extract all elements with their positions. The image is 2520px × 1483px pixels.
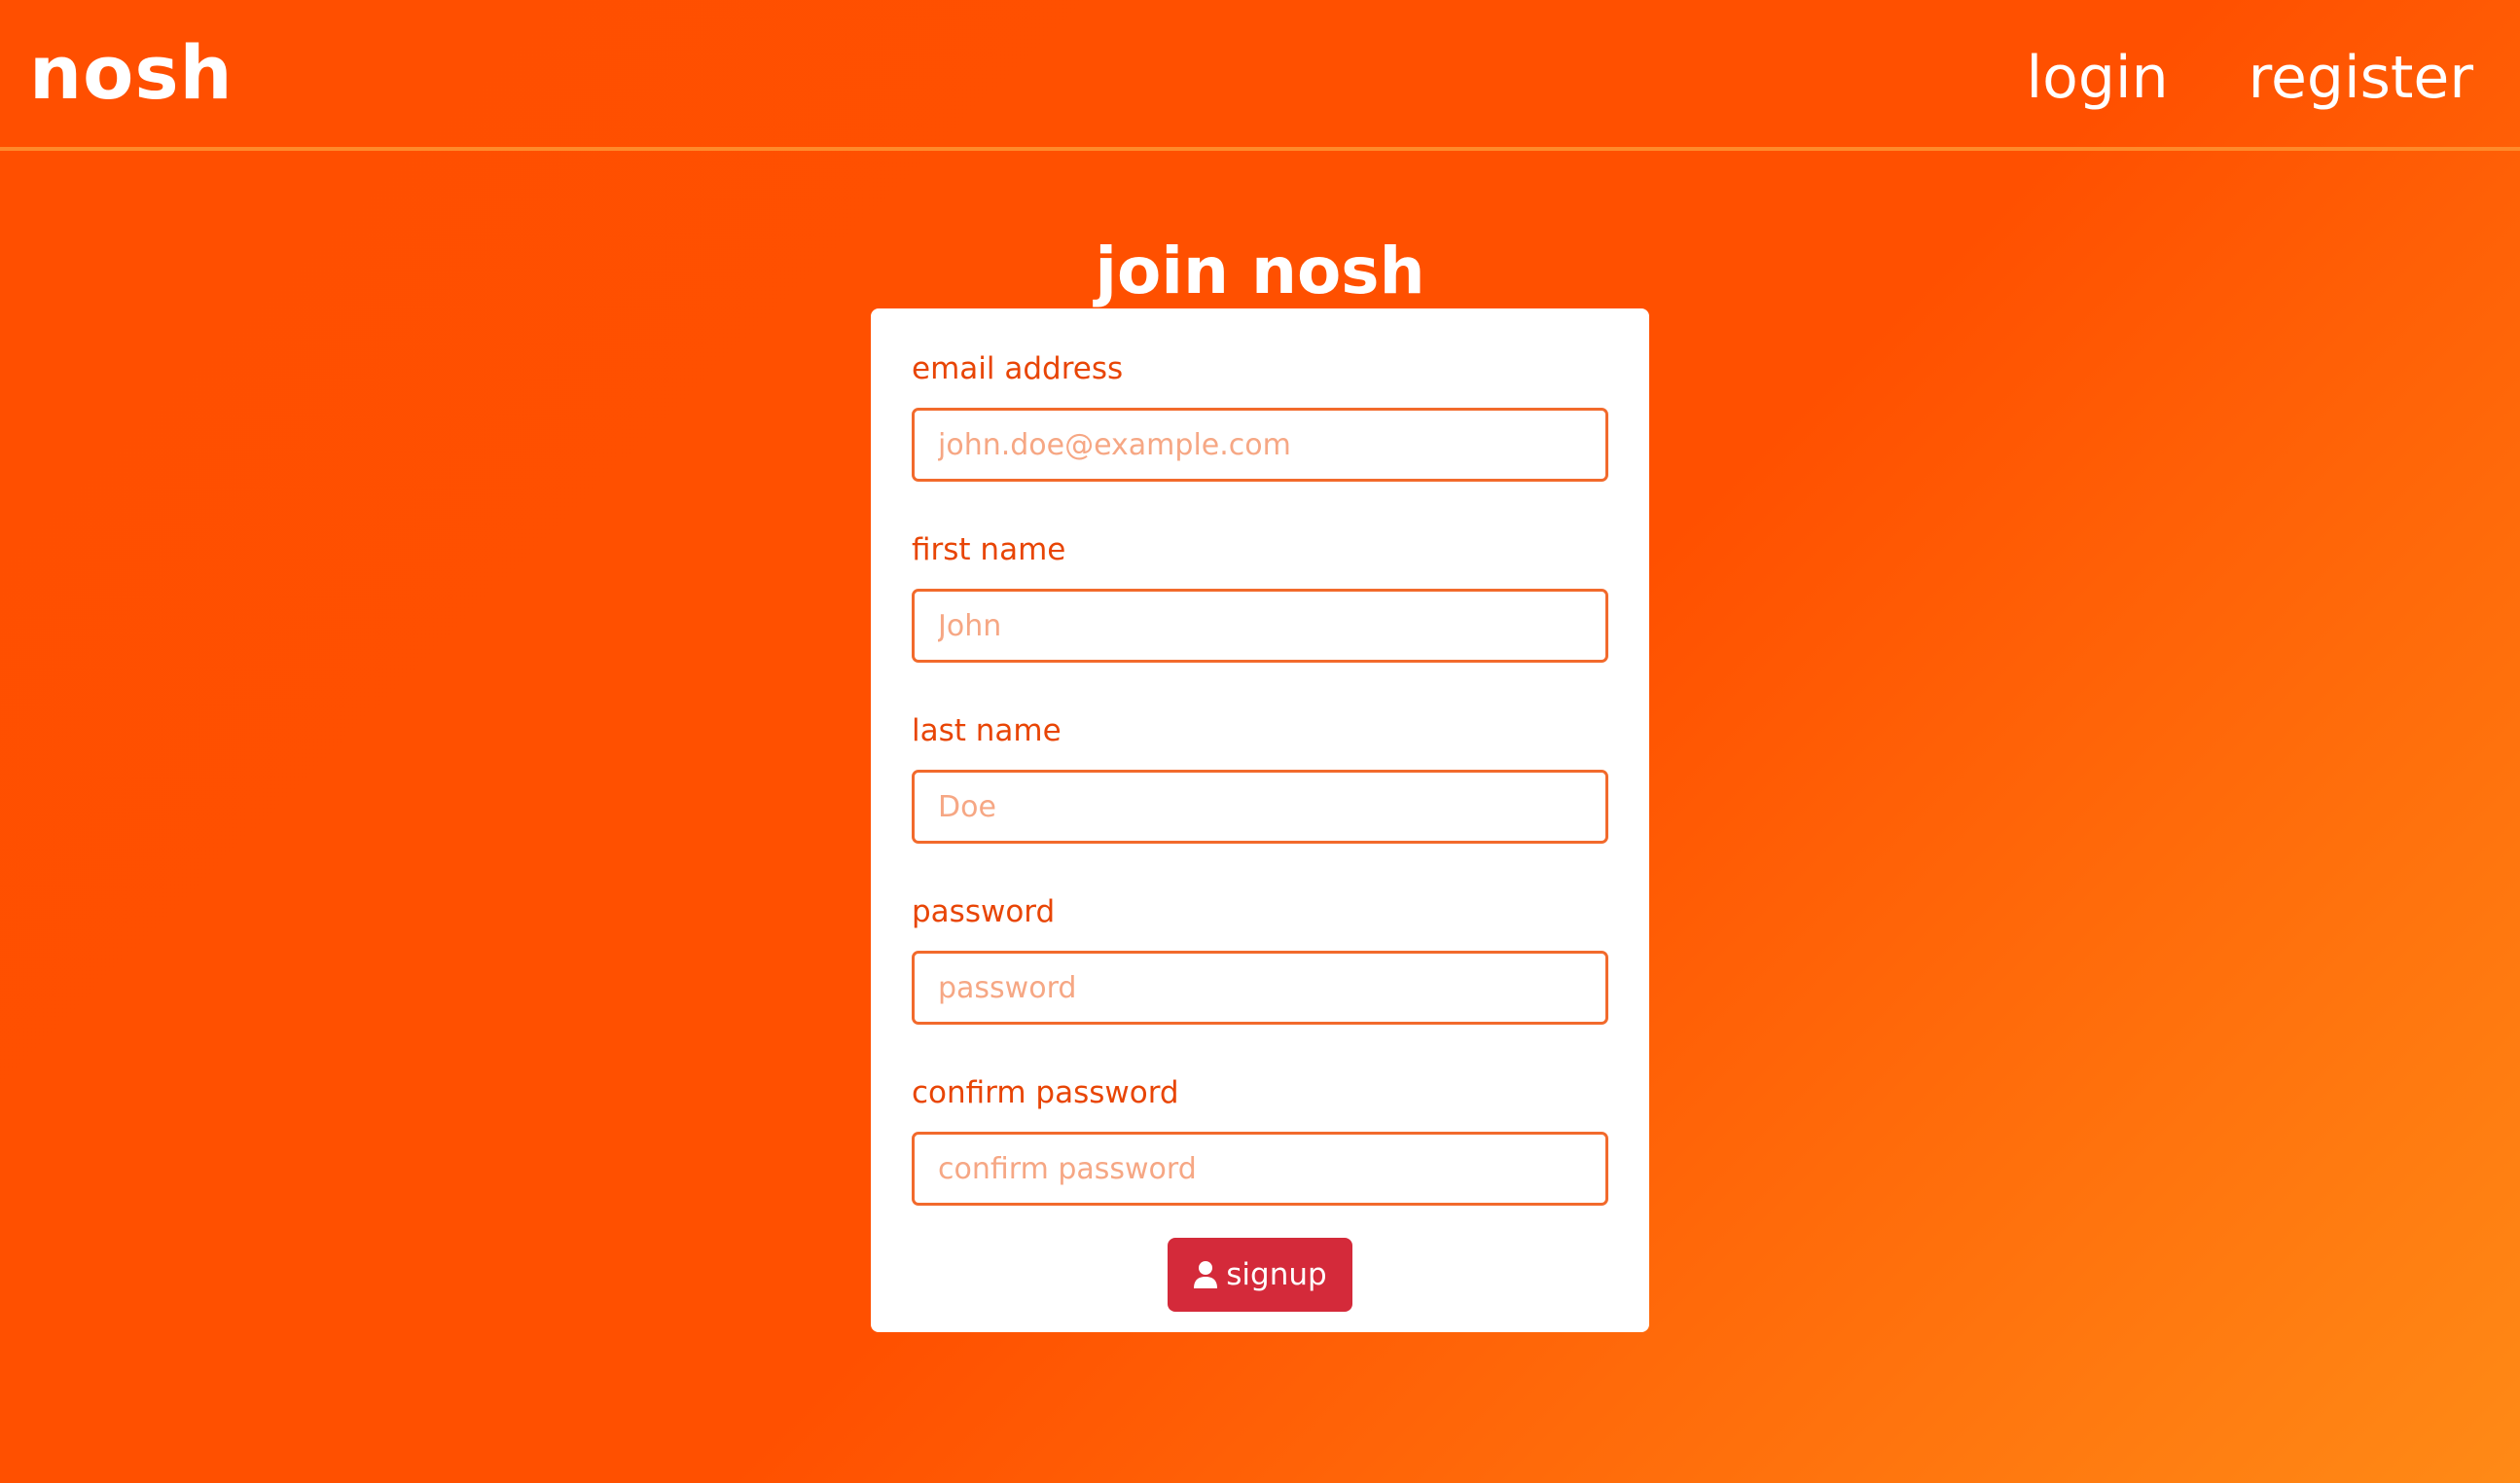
first-name-label: first name [912,532,1066,567]
password-label: password [912,894,1056,929]
nav-register-link[interactable]: register [2249,39,2473,117]
email-input[interactable] [912,408,1608,482]
signup-form-card: email address first name last name passw… [871,308,1649,1332]
confirm-password-field-group: confirm password [912,1073,1608,1206]
brand-logo[interactable]: nosh [29,29,234,117]
nav-login-link[interactable]: login [2026,39,2168,117]
last-name-field-group: last name [912,711,1608,844]
first-name-field-group: first name [912,530,1608,663]
first-name-input[interactable] [912,589,1608,663]
email-field-group: email address [912,349,1608,482]
password-field-group: password [912,892,1608,1025]
nav-links: login register [2026,39,2473,117]
signup-button-label: signup [1226,1257,1327,1292]
page-title: join nosh [1095,234,1425,309]
password-input[interactable] [912,951,1608,1025]
confirm-password-label: confirm password [912,1075,1179,1110]
confirm-password-input[interactable] [912,1132,1608,1206]
last-name-label: last name [912,713,1062,748]
top-navbar: nosh login register [0,0,2520,151]
signup-button[interactable]: signup [1168,1238,1352,1312]
last-name-input[interactable] [912,770,1608,844]
form-actions: signup [912,1238,1608,1312]
user-icon [1193,1260,1218,1289]
email-label: email address [912,351,1124,386]
